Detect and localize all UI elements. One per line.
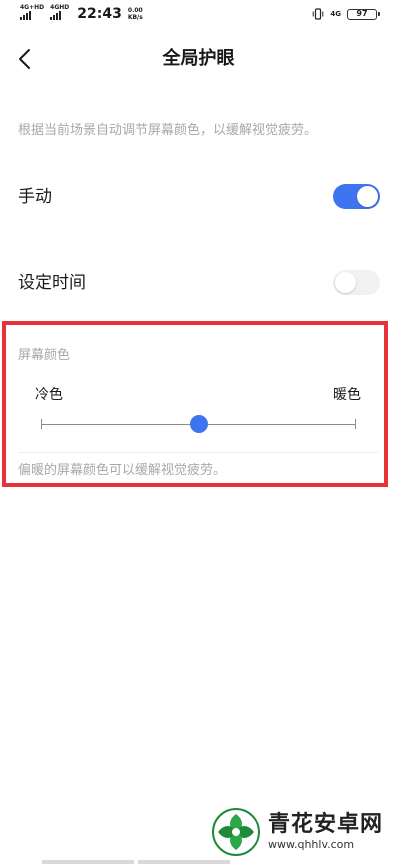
bottom-edge <box>42 860 230 864</box>
signal-icon-sim2: 4GHD <box>50 4 69 20</box>
watermark-logo-icon <box>212 808 260 856</box>
site-watermark: 青花安卓网 www.qhhlv.com <box>210 806 383 858</box>
network-type-right: 4G <box>330 10 341 18</box>
network-type-1: 4G+HD <box>20 4 45 11</box>
vibrate-icon <box>313 8 324 20</box>
toggle-knob <box>357 186 378 207</box>
network-speed-value: 0.00 <box>127 7 143 14</box>
signal-icon-sim1: 4G+HD <box>20 4 44 20</box>
page-title: 全局护眼 <box>162 48 235 69</box>
manual-toggle[interactable] <box>333 184 380 209</box>
manual-label: 手动 <box>18 187 52 207</box>
network-speed-unit: KB/s <box>127 14 143 21</box>
status-time: 22:43 <box>77 6 122 22</box>
slider-tick-end <box>355 419 356 429</box>
slider-thumb[interactable] <box>189 415 208 433</box>
watermark-url: www.qhhlv.com <box>268 838 355 851</box>
network-type-2: 4GHD <box>50 4 70 11</box>
warm-color-label: 暖色 <box>333 387 361 403</box>
screen-color-note: 偏暖的屏幕颜色可以缓解视觉疲劳。 <box>18 463 227 478</box>
color-temperature-slider[interactable] <box>41 414 356 434</box>
status-bar: 4G+HD 4GHD 22:43 0.00 KB/s 4G 97 <box>0 0 397 32</box>
cold-color-label: 冷色 <box>35 387 63 403</box>
divider <box>18 452 379 453</box>
chevron-left-icon[interactable] <box>10 44 40 74</box>
header: 全局护眼 <box>0 36 397 82</box>
manual-setting-row: 手动 <box>0 169 397 225</box>
battery-icon: 97 <box>347 8 380 20</box>
schedule-setting-row: 设定时间 <box>0 255 397 311</box>
watermark-name: 青花安卓网 <box>268 812 384 837</box>
screen-color-title: 屏幕颜色 <box>18 348 71 363</box>
slider-tick-start <box>41 419 42 429</box>
toggle-knob <box>335 272 356 293</box>
schedule-label: 设定时间 <box>18 273 86 293</box>
schedule-toggle[interactable] <box>333 270 380 295</box>
battery-level: 97 <box>356 9 368 18</box>
network-speed: 0.00 KB/s <box>128 7 143 21</box>
screen-color-section: 屏幕颜色 冷色 暖色 偏暖的屏幕颜色可以缓解视觉疲劳。 <box>0 328 397 494</box>
feature-description: 根据当前场景自动调节屏幕颜色，以缓解视觉疲劳。 <box>18 123 318 138</box>
